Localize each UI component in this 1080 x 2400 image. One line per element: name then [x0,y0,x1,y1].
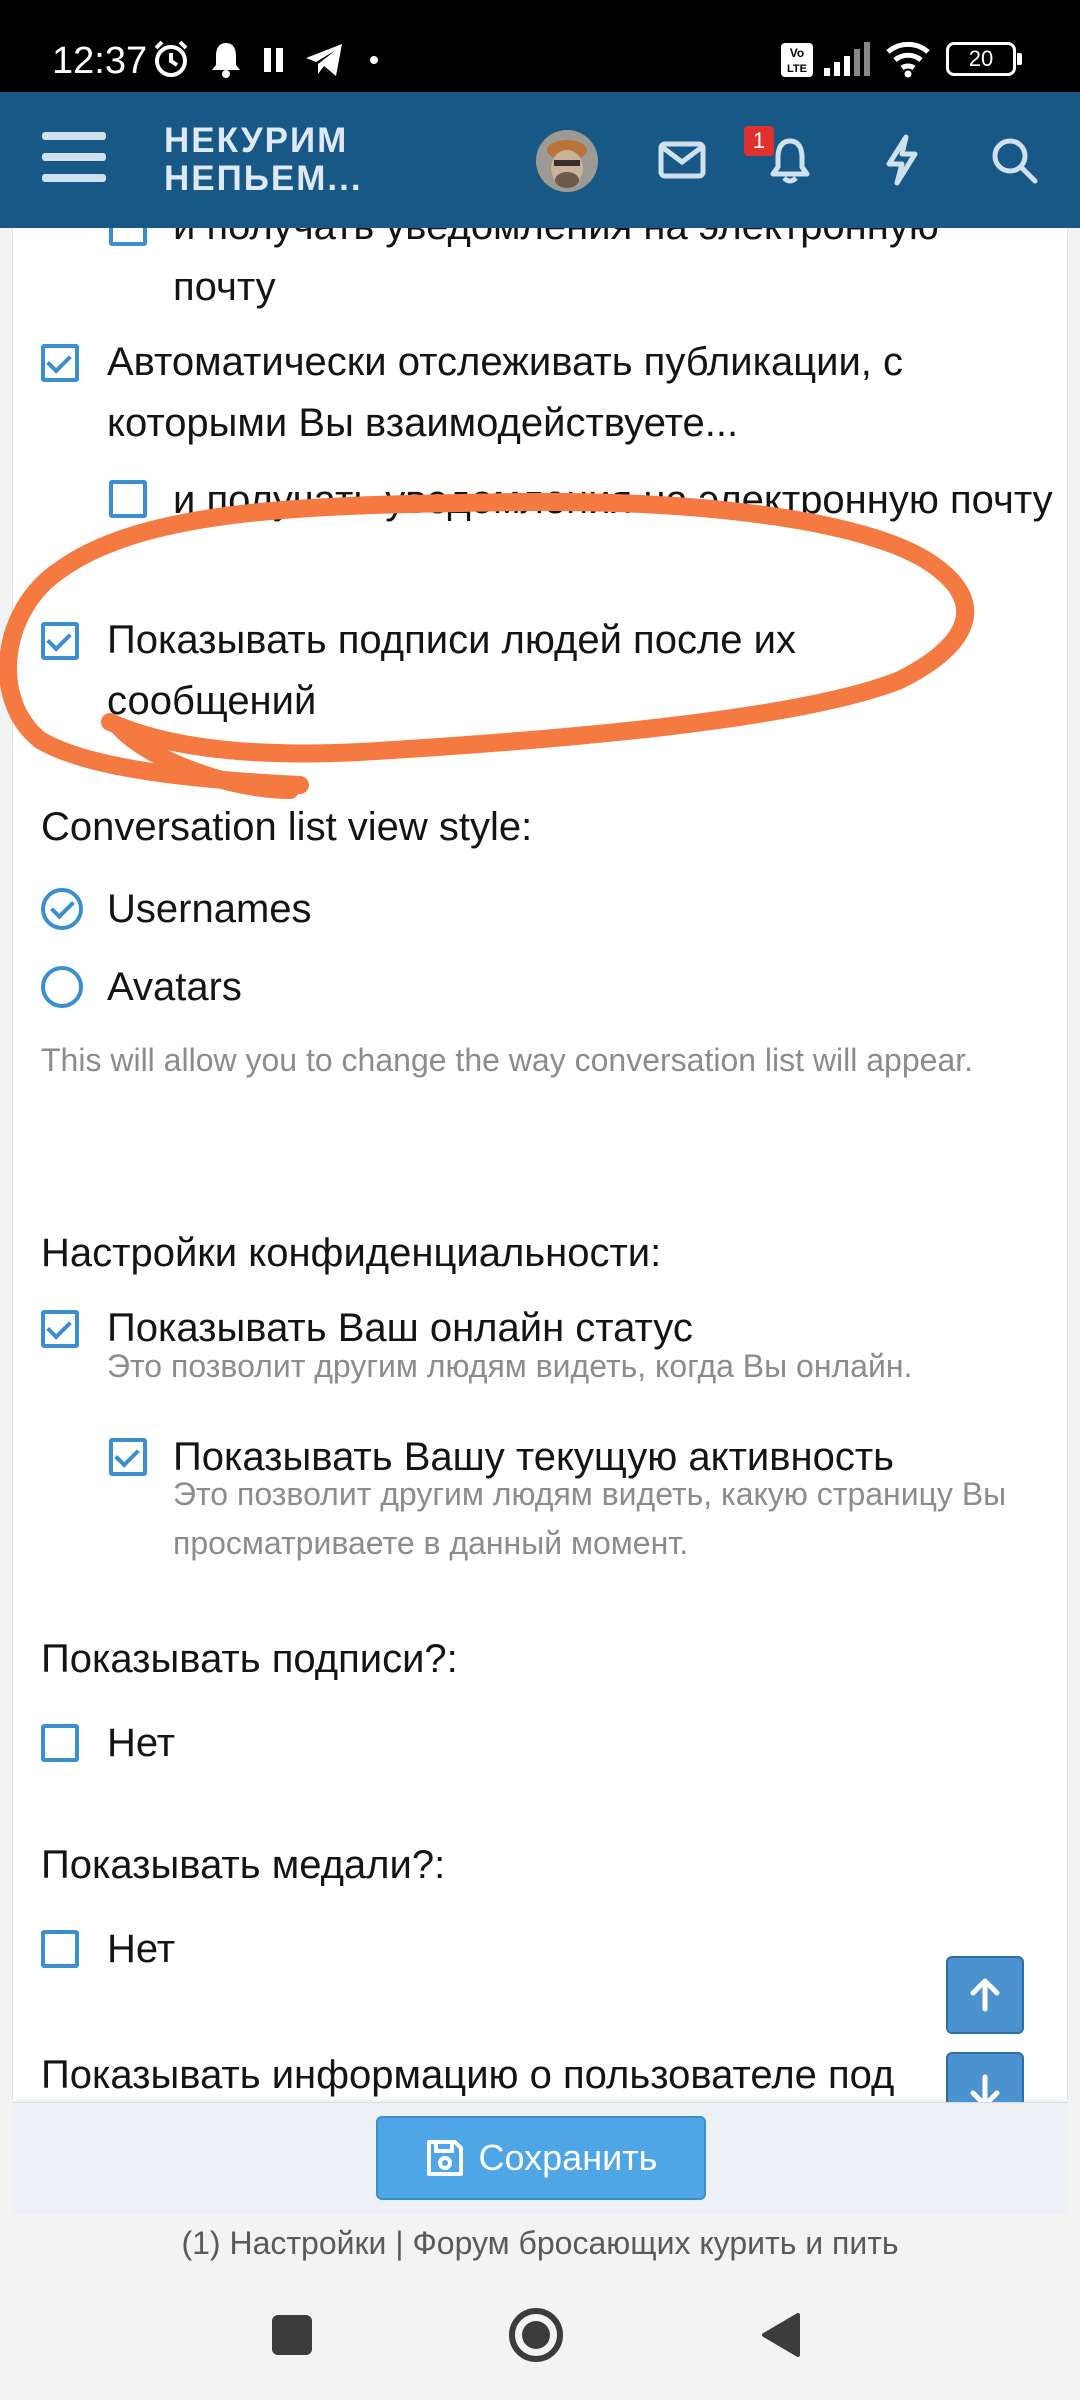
preferences-form: и получать уведомления на электронную по… [12,228,1068,2100]
circle-icon [509,2308,563,2362]
activity-checkbox[interactable] [109,1438,147,1476]
signal-icon [824,42,870,76]
privacy-heading: Настройки конфиденциальности: [41,1231,662,1275]
medals-checkbox[interactable] [41,1930,79,1968]
logo-line-1: НЕКУРИМ [164,121,349,160]
browser-page-title: (1) Настройки | Форум бросающих курить и… [181,2225,899,2261]
scroll-up-button[interactable] [946,1956,1024,2034]
save-button-label: Сохранить [478,2137,658,2178]
recents-button[interactable] [232,2270,352,2400]
floppy-disk-icon [426,2140,463,2176]
home-button[interactable] [476,2270,596,2400]
back-triangle-icon [762,2313,800,2357]
pause-icon [264,48,283,72]
bell-icon [770,138,810,184]
clock: 12:37 [52,40,148,82]
logo-line-2: НЕПЬЕМ... [164,159,363,198]
show-signatures-checkbox[interactable] [41,622,79,660]
email-notify-label-1: и получать уведомления на электронную по… [173,228,939,309]
svg-text:Vo: Vo [790,46,804,60]
show-signatures-label: Показывать подписи людей после их сообще… [107,618,796,723]
battery-level: 20 [968,46,994,71]
email-notify-label-2: и получать уведомления на электронную по… [173,478,1053,522]
activity-hint: Это позволит другим людям видеть, какую … [173,1476,1007,1561]
user-info-heading: Показывать информацию о пользователе под [41,2053,895,2097]
save-button[interactable]: Сохранить [376,2116,706,2200]
dot-icon [370,56,378,64]
app-header: НЕКУРИМ НЕПЬЕМ... 1 [0,92,1080,228]
battery-icon: 20 [946,42,1022,76]
notification-badge: 1 [744,126,774,156]
conversation-style-hint: This will allow you to change the way co… [41,1042,974,1078]
radio-avatars-label: Avatars [107,965,242,1009]
radio-usernames-label: Usernames [107,887,312,931]
arrow-up-icon [970,1978,1000,2012]
volte-icon: Vo LTE [781,43,813,77]
medals-value-label: Нет [107,1927,176,1971]
search-icon [992,138,1038,184]
radio-usernames[interactable] [41,888,83,930]
site-logo[interactable]: НЕКУРИМ НЕПЬЕМ... [164,122,363,198]
auto-watch-label: Автоматически отслеживать публикации, с … [107,340,904,445]
auto-watch-checkbox[interactable] [41,344,79,382]
search-button[interactable] [982,128,1046,192]
telegram-icon [306,44,342,76]
radio-avatars[interactable] [41,966,83,1008]
online-status-hint: Это позволит другим людям видеть, когда … [107,1348,913,1384]
signatures-checkbox[interactable] [41,1724,79,1762]
lightning-icon [886,134,918,186]
signatures-heading: Показывать подписи?: [41,1637,458,1681]
signatures-value-label: Нет [107,1721,176,1765]
online-status-checkbox[interactable] [41,1310,79,1348]
email-notify-checkbox-2[interactable] [109,480,147,518]
status-bar: 12:37 Vo LTE 20 [0,0,1080,92]
wifi-icon [886,41,930,78]
notification-bell-icon [212,43,240,78]
svg-text:LTE: LTE [787,63,807,75]
email-notify-checkbox-1[interactable] [109,228,147,246]
square-icon [272,2315,312,2355]
envelope-icon [658,141,706,179]
system-nav-bar [0,2270,1080,2400]
whats-new-button[interactable] [870,128,934,192]
avatar[interactable] [536,130,598,192]
menu-icon[interactable] [42,132,106,188]
conversation-style-heading: Conversation list view style: [41,805,533,849]
inbox-button[interactable] [650,128,714,192]
medals-heading: Показывать медали?: [41,1843,446,1887]
alarm-icon [154,40,188,77]
avatar-image [536,130,598,192]
back-button[interactable] [720,2270,840,2400]
